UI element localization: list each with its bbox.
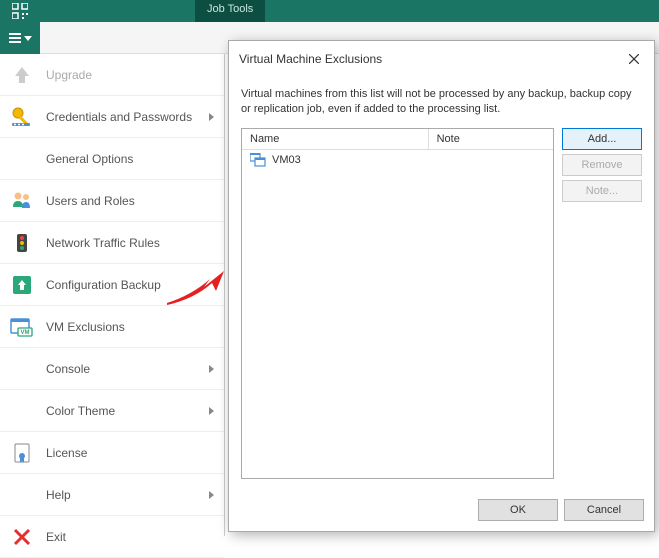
menu-label: Exit: [46, 530, 214, 544]
theme-icon: [8, 397, 36, 425]
config-backup-icon: [8, 271, 36, 299]
upgrade-icon: [8, 61, 36, 89]
add-button[interactable]: Add...: [562, 128, 642, 150]
menu-label: Credentials and Passwords: [46, 110, 209, 124]
menu-item-general-options[interactable]: General Options: [0, 138, 224, 180]
menu-label: General Options: [46, 152, 214, 166]
menu-label: Help: [46, 488, 209, 502]
menu-item-vm-exclusions[interactable]: VM VM Exclusions: [0, 306, 224, 348]
qr-icon: [0, 0, 40, 22]
file-menu-button[interactable]: [0, 22, 40, 54]
menu-item-network-traffic[interactable]: Network Traffic Rules: [0, 222, 224, 264]
menu-label: Users and Roles: [46, 194, 214, 208]
exit-icon: [8, 523, 36, 551]
vm-row-icon: [250, 153, 266, 167]
dialog-titlebar: Virtual Machine Exclusions: [229, 41, 654, 77]
menu-item-console[interactable]: Console: [0, 348, 224, 390]
console-icon: [8, 355, 36, 383]
svg-text:VM: VM: [21, 330, 30, 336]
menu-label: Color Theme: [46, 404, 209, 418]
menu-item-credentials[interactable]: Credentials and Passwords: [0, 96, 224, 138]
list-row[interactable]: VM03: [242, 150, 553, 170]
chevron-right-icon: [209, 491, 214, 499]
close-button[interactable]: [624, 49, 644, 69]
exclusion-list[interactable]: Name Note VM03: [241, 128, 554, 479]
license-icon: [8, 439, 36, 467]
ribbon-tab-job-tools[interactable]: Job Tools: [195, 0, 265, 22]
ribbon-header: Job Tools: [0, 0, 659, 22]
chevron-right-icon: [209, 365, 214, 373]
vm-icon: VM: [8, 313, 36, 341]
cancel-button[interactable]: Cancel: [564, 499, 644, 521]
note-button[interactable]: Note...: [562, 180, 642, 202]
chevron-right-icon: [209, 113, 214, 121]
key-icon: [8, 103, 36, 131]
menu-item-help[interactable]: Help: [0, 474, 224, 516]
menu-label: Console: [46, 362, 209, 376]
menu-item-license[interactable]: License: [0, 432, 224, 474]
dialog-footer: OK Cancel: [229, 489, 654, 531]
close-icon: [629, 54, 639, 64]
menu-item-upgrade[interactable]: Upgrade: [0, 54, 224, 96]
menu-label: Network Traffic Rules: [46, 236, 214, 250]
options-icon: [8, 145, 36, 173]
list-header: Name Note: [242, 129, 553, 150]
annotation-arrow-icon: [162, 265, 232, 309]
menu-item-exit[interactable]: Exit: [0, 516, 224, 558]
chevron-right-icon: [209, 407, 214, 415]
menu-item-color-theme[interactable]: Color Theme: [0, 390, 224, 432]
list-cell-name: VM03: [272, 154, 301, 166]
remove-button[interactable]: Remove: [562, 154, 642, 176]
vm-exclusions-dialog: Virtual Machine Exclusions Virtual machi…: [228, 40, 655, 532]
traffic-icon: [8, 229, 36, 257]
users-icon: [8, 187, 36, 215]
help-icon: [8, 481, 36, 509]
column-name[interactable]: Name: [242, 129, 429, 149]
menu-item-users-roles[interactable]: Users and Roles: [0, 180, 224, 222]
dialog-description: Virtual machines from this list will not…: [241, 87, 642, 118]
dialog-title: Virtual Machine Exclusions: [239, 52, 624, 66]
column-note[interactable]: Note: [429, 129, 553, 149]
menu-label: VM Exclusions: [46, 320, 214, 334]
menu-label: Upgrade: [46, 68, 214, 82]
ok-button[interactable]: OK: [478, 499, 558, 521]
menu-label: License: [46, 446, 214, 460]
